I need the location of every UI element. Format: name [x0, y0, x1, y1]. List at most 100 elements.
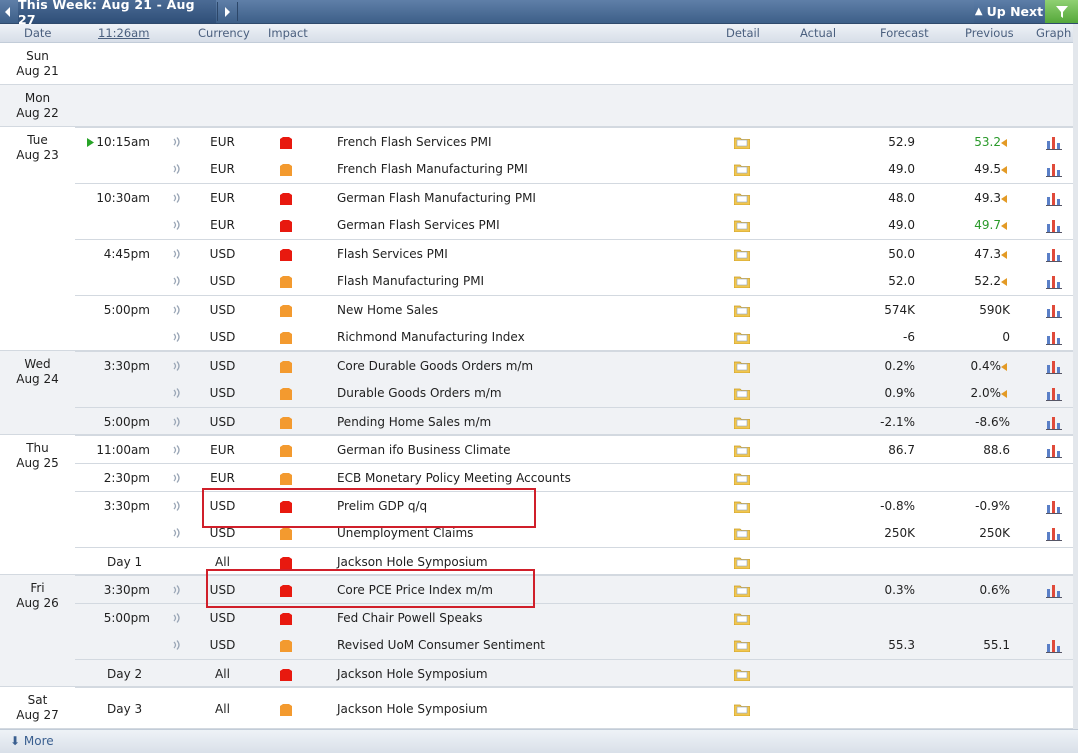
- speaker-icon[interactable]: [173, 155, 185, 183]
- table-row[interactable]: 5:00pm USD Pending Home Sales m/m -2.1% -8.6…: [75, 407, 1078, 435]
- detail-folder-icon[interactable]: [733, 128, 752, 156]
- event-title[interactable]: Flash Services PMI: [337, 240, 697, 268]
- graph-icon[interactable]: [1046, 352, 1062, 380]
- speaker-icon[interactable]: [173, 631, 185, 659]
- table-row[interactable]: 3:30pm USD Core Durable Goods Orders m/m 0.…: [75, 351, 1078, 379]
- graph-icon[interactable]: [1046, 155, 1062, 183]
- graph-icon[interactable]: [1046, 128, 1062, 156]
- speaker-icon[interactable]: [173, 296, 185, 324]
- event-title[interactable]: Flash Manufacturing PMI: [337, 267, 697, 295]
- event-title[interactable]: Pending Home Sales m/m: [337, 408, 697, 436]
- graph-icon[interactable]: [1046, 379, 1062, 407]
- detail-folder-icon[interactable]: [733, 240, 752, 268]
- day-date: Aug 24: [16, 372, 59, 386]
- event-title[interactable]: German Flash Manufacturing PMI: [337, 184, 697, 212]
- graph-icon[interactable]: [1046, 267, 1062, 295]
- table-row[interactable]: Day 3 All Jackson Hole Symposium: [75, 687, 1078, 729]
- calendar-widget: This Week: Aug 21 - Aug 27 ▲ Up Next Dat…: [0, 0, 1078, 753]
- detail-folder-icon[interactable]: [733, 267, 752, 295]
- table-row[interactable]: 11:00am EUR German ifo Business Climate 86.…: [75, 435, 1078, 463]
- table-row[interactable]: EUR German Flash Services PMI 49.0 49.7: [75, 211, 1078, 239]
- detail-folder-icon[interactable]: [733, 492, 752, 520]
- prev-week-button[interactable]: [0, 0, 16, 23]
- detail-folder-icon[interactable]: [733, 604, 752, 632]
- table-row[interactable]: EUR French Flash Manufacturing PMI 49.0 49.…: [75, 155, 1078, 183]
- speaker-icon[interactable]: [173, 184, 185, 212]
- detail-folder-icon[interactable]: [733, 660, 752, 688]
- table-row[interactable]: 10:15am EUR French Flash Services PMI 52.9 5…: [75, 127, 1078, 155]
- speaker-icon[interactable]: [173, 379, 185, 407]
- table-row[interactable]: 10:30am EUR German Flash Manufacturing PMI…: [75, 183, 1078, 211]
- day-cell-wed: Wed Aug 24: [0, 351, 75, 435]
- speaker-icon[interactable]: [173, 519, 185, 547]
- detail-folder-icon[interactable]: [733, 352, 752, 380]
- detail-folder-icon[interactable]: [733, 576, 752, 604]
- header-time[interactable]: 11:26am: [98, 24, 149, 42]
- detail-folder-icon[interactable]: [733, 184, 752, 212]
- detail-folder-icon[interactable]: [733, 688, 752, 730]
- event-title[interactable]: Core Durable Goods Orders m/m: [337, 352, 697, 380]
- speaker-icon[interactable]: [173, 576, 185, 604]
- table-row[interactable]: 2:30pm EUR ECB Monetary Policy Meeting Acc…: [75, 463, 1078, 491]
- detail-folder-icon[interactable]: [733, 211, 752, 239]
- table-row[interactable]: Day 2 All Jackson Hole Symposium: [75, 659, 1078, 687]
- detail-folder-icon[interactable]: [733, 408, 752, 436]
- event-title[interactable]: Fed Chair Powell Speaks: [337, 604, 697, 632]
- graph-icon[interactable]: [1046, 519, 1062, 547]
- speaker-icon[interactable]: [173, 352, 185, 380]
- detail-folder-icon[interactable]: [733, 519, 752, 547]
- graph-icon[interactable]: [1046, 408, 1062, 436]
- detail-folder-icon[interactable]: [733, 296, 752, 324]
- event-title[interactable]: Richmond Manufacturing Index: [337, 323, 697, 351]
- graph-icon[interactable]: [1046, 240, 1062, 268]
- speaker-icon[interactable]: [173, 128, 185, 156]
- event-title[interactable]: German Flash Services PMI: [337, 211, 697, 239]
- table-row[interactable]: USD Durable Goods Orders m/m 0.9% 2.0%: [75, 379, 1078, 407]
- graph-icon[interactable]: [1046, 576, 1062, 604]
- detail-folder-icon[interactable]: [733, 464, 752, 492]
- event-title[interactable]: Jackson Hole Symposium: [337, 660, 697, 688]
- speaker-icon[interactable]: [173, 408, 185, 436]
- filter-button[interactable]: [1045, 0, 1078, 23]
- event-title[interactable]: New Home Sales: [337, 296, 697, 324]
- speaker-icon[interactable]: [173, 436, 185, 464]
- event-title[interactable]: Durable Goods Orders m/m: [337, 379, 697, 407]
- speaker-icon[interactable]: [173, 211, 185, 239]
- more-link[interactable]: ⬇ More: [10, 734, 54, 748]
- detail-folder-icon[interactable]: [733, 548, 752, 576]
- speaker-icon[interactable]: [173, 464, 185, 492]
- table-row[interactable]: 5:00pm USD New Home Sales 574K 590K: [75, 295, 1078, 323]
- graph-icon[interactable]: [1046, 436, 1062, 464]
- detail-folder-icon[interactable]: [733, 323, 752, 351]
- detail-folder-icon[interactable]: [733, 631, 752, 659]
- table-row[interactable]: USD Richmond Manufacturing Index -6 0: [75, 323, 1078, 351]
- event-title[interactable]: French Flash Services PMI: [337, 128, 697, 156]
- graph-icon[interactable]: [1046, 184, 1062, 212]
- table-row[interactable]: USD Revised UoM Consumer Sentiment 55.3 55.…: [75, 631, 1078, 659]
- graph-icon[interactable]: [1046, 296, 1062, 324]
- table-row[interactable]: USD Flash Manufacturing PMI 52.0 52.2: [75, 267, 1078, 295]
- detail-folder-icon[interactable]: [733, 379, 752, 407]
- event-title[interactable]: Revised UoM Consumer Sentiment: [337, 631, 697, 659]
- speaker-icon[interactable]: [173, 267, 185, 295]
- graph-icon[interactable]: [1046, 492, 1062, 520]
- scrollbar[interactable]: [1073, 24, 1078, 729]
- event-title[interactable]: French Flash Manufacturing PMI: [337, 155, 697, 183]
- up-next-button[interactable]: ▲ Up Next: [974, 0, 1044, 23]
- graph-icon[interactable]: [1046, 323, 1062, 351]
- next-week-button[interactable]: [219, 0, 235, 23]
- event-title[interactable]: Jackson Hole Symposium: [337, 688, 697, 730]
- graph-icon[interactable]: [1046, 211, 1062, 239]
- revision-arrow-icon: [1001, 211, 1009, 239]
- table-row[interactable]: 4:45pm USD Flash Services PMI 50.0 47.3: [75, 239, 1078, 267]
- graph-icon[interactable]: [1046, 631, 1062, 659]
- event-title[interactable]: German ifo Business Climate: [337, 436, 697, 464]
- speaker-icon[interactable]: [173, 492, 185, 520]
- event-time-text: 2:30pm: [103, 471, 150, 485]
- speaker-icon[interactable]: [173, 240, 185, 268]
- speaker-icon[interactable]: [173, 323, 185, 351]
- detail-folder-icon[interactable]: [733, 155, 752, 183]
- speaker-icon[interactable]: [173, 604, 185, 632]
- detail-folder-icon[interactable]: [733, 436, 752, 464]
- previous-value: 53.2: [974, 135, 1001, 149]
